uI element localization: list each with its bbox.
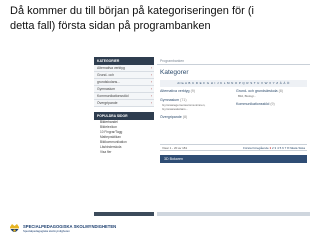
- sidebar-item[interactable]: Övergripande ›: [94, 100, 154, 107]
- sidebar-bottom-header: [94, 212, 154, 216]
- sidebar-item[interactable]: Grund- och ›: [94, 72, 154, 79]
- sidebar-header: KATEGORIER: [94, 57, 154, 65]
- sidebar-item-label[interactable]: Grund- och: [97, 73, 114, 77]
- category-link[interactable]: Övergripande (8): [160, 115, 232, 120]
- pager-last-link[interactable]: Sista: [298, 146, 305, 150]
- logo-subtitle: Specialpedagogiska skolmyndigheten: [23, 229, 70, 233]
- category-link[interactable]: Alternativa verktyg (9): [160, 89, 232, 94]
- category-grid: Alternativa verktyg (9) Gymnasium (71) Gym…: [157, 89, 310, 133]
- category-count: (71): [180, 98, 187, 102]
- category-name[interactable]: Alternativa verktyg: [160, 89, 190, 93]
- main-content: Programbanken Kategorer Alla A B C D E F…: [157, 57, 310, 216]
- page-number-link[interactable]: 3: [275, 146, 277, 150]
- pager-prev-link[interactable]: Föregående: [252, 146, 268, 150]
- chevron-right-icon: ›: [150, 101, 152, 105]
- sidebar-item-label[interactable]: grundskolans...: [97, 80, 120, 84]
- category-name[interactable]: Grund- och grundsärskola: [236, 89, 278, 93]
- category-column-left: Alternativa verktyg (9) Gymnasium (71) Gym…: [160, 89, 232, 124]
- page-number-link[interactable]: 5: [280, 146, 282, 150]
- result-item[interactable]: 3D Bokaren: [160, 155, 307, 163]
- category-count: (8): [278, 89, 283, 93]
- category-name[interactable]: Övergripande: [160, 115, 182, 119]
- result-count: Visar 1 - 20 av 181: [162, 146, 188, 150]
- page-title: Kategorer: [160, 69, 189, 76]
- chevron-right-icon: ›: [150, 73, 152, 77]
- page-number-link[interactable]: 6: [282, 146, 284, 150]
- pager-first-link[interactable]: Första: [243, 146, 252, 150]
- sidebar-item[interactable]: Kommunikationsstöd ›: [94, 93, 154, 100]
- subcategory-link[interactable]: Bild, Biologi...: [236, 94, 308, 98]
- chevron-right-icon: ›: [150, 66, 152, 70]
- spsm-logo: SPECIALPEDAGOGISKA SKOLMYNDIGHETEN Speci…: [8, 222, 116, 236]
- sidebar-item[interactable]: Alternativa verktyg ›: [94, 65, 154, 72]
- page-number-link[interactable]: 8: [287, 146, 289, 150]
- category-name[interactable]: Gymnasium: [160, 98, 179, 102]
- popular-header: POPULÄRA SIDOR: [94, 112, 154, 120]
- category-count: (9): [190, 89, 195, 93]
- category-count: (8): [182, 115, 188, 120]
- sidebar-item[interactable]: grundskolans... ›: [94, 79, 154, 86]
- category-link[interactable]: Kommunikationsstöd (9): [236, 102, 308, 107]
- category-block: Alternativa verktyg (9): [160, 89, 232, 94]
- category-block: Gymnasium (71) Gymnasiegemensamma ämnen, G…: [160, 98, 232, 111]
- alphabet-filter[interactable]: Alla A B C D E F G H I J K L M N O P Q R…: [160, 80, 307, 87]
- page-number-link[interactable]: 1: [270, 146, 272, 150]
- screenshot-footer: [94, 212, 310, 216]
- slide-title-line-1: Då kommer du till början på kategoriseri…: [10, 5, 254, 17]
- page-number-link[interactable]: 4: [277, 146, 279, 150]
- programbanken-screenshot: KATEGORIER Alternativa verktyg › Grund- oc…: [94, 57, 310, 216]
- main-bottom-bar: [157, 212, 310, 216]
- slide-title-line-2: detta fall) första sidan på programbanke…: [10, 20, 211, 32]
- category-block: Kommunikationsstöd (9): [236, 102, 308, 107]
- category-column-right: Grund- och grundsärskola (8) Bild, Biolog…: [236, 89, 308, 111]
- sidebar-item-label[interactable]: Övergripande: [97, 101, 118, 105]
- sidebar-item-label[interactable]: Alternativa verktyg: [97, 66, 125, 70]
- page-number-link[interactable]: 2: [272, 146, 274, 150]
- chevron-right-icon: ›: [150, 87, 152, 91]
- pagination: Visar 1 - 20 av 181 Första Föregående 1 …: [160, 144, 307, 151]
- result-title[interactable]: 3D Bokaren: [164, 155, 183, 163]
- sidebar-item[interactable]: Gymnasium ›: [94, 86, 154, 93]
- crown-emblem-icon: [10, 224, 19, 232]
- subcategory-link[interactable]: Gymnasieskolans...: [160, 107, 232, 111]
- pager-next-link[interactable]: Nästa: [290, 146, 298, 150]
- main-header: Programbanken: [157, 57, 310, 65]
- sidebar-item-label[interactable]: Gymnasium: [97, 87, 115, 91]
- chevron-right-icon: ›: [150, 80, 152, 84]
- popular-page-link[interactable]: Visa fler: [100, 150, 154, 155]
- category-block: Övergripande (8): [160, 115, 232, 120]
- slide-title: Då kommer du till början på kategoriseri…: [10, 4, 310, 34]
- category-block: Grund- och grundsärskola (8) Bild, Biolog…: [236, 89, 308, 98]
- page-links: Första Föregående 1 2 3 4 5 6 7 8 Nästa …: [243, 145, 305, 152]
- sidebar: KATEGORIER Alternativa verktyg › Grund- oc…: [94, 57, 154, 216]
- category-count: (9): [270, 102, 275, 107]
- chevron-right-icon: ›: [150, 94, 152, 98]
- category-name[interactable]: Kommunikationsstöd: [236, 102, 269, 106]
- sidebar-item-label[interactable]: Kommunikationsstöd: [97, 94, 128, 98]
